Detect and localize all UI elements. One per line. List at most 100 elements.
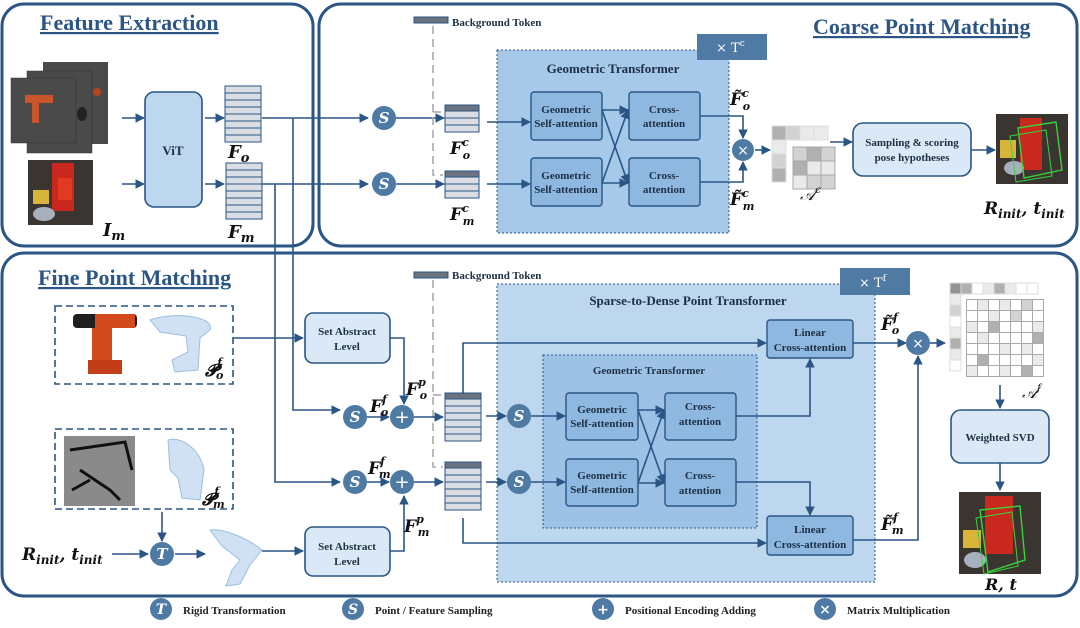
box-label: Self-attention [570,418,634,430]
im-label: Im [102,220,125,244]
matrix-cell [785,125,801,141]
svg-text:S: S [379,175,390,193]
pose-hypotheses-box [852,122,972,177]
coarse-assignment-matrix [771,125,836,190]
fine-transformer-title: Sparse-to-Dense Point Transformer [589,293,787,308]
fpm-label: Fp m [403,513,429,539]
matrix-cell [1032,343,1044,355]
fm-label: Fm [227,222,255,246]
svg-text:×: × [912,336,924,352]
matrix-cell [977,321,989,333]
background-token-label: Background Token [452,17,541,29]
box-label: Cross- [649,170,680,182]
box-label: Level [334,341,360,353]
matrix-cell [771,153,787,169]
matrix-cell [1010,332,1022,344]
matrix-cell [949,282,962,295]
matrix-cell [977,332,989,344]
matrix-cell [966,299,978,311]
box-label: Cross- [685,470,716,482]
matrix-cell [960,282,973,295]
token-row [224,120,262,129]
box-label: attention [679,416,721,428]
token-row [444,419,482,428]
fine-cross-attention-2 [664,458,737,507]
matrix-cell [1010,365,1022,377]
scene-point-cloud [167,438,205,501]
fco-token-stack [444,104,480,133]
pm-label: 𝓟f m [202,485,225,511]
matrix-cell [988,343,1000,355]
box-label: Geometric [541,104,591,116]
matrix-cell [988,299,1000,311]
matrix-multiplication-node: × [732,139,754,161]
token-row [224,106,262,115]
object-drill-image [73,314,137,374]
fcm-tilde-label: F̃c m [729,187,754,213]
matrix-cell [999,321,1011,333]
box-label: Self-attention [534,184,598,196]
matrix-cell [949,326,962,339]
matrix-cell [1026,282,1039,295]
matrix-cell [966,343,978,355]
svg-text:S: S [379,109,390,127]
init-pose-input-label: Rinit, tinit [21,545,103,567]
coarse-self-attention-1 [530,91,603,141]
fo-token-stack [224,85,262,143]
matrix-cell [806,146,822,162]
pipeline-diagram: Feature Extraction Coarse Point Matching… [0,2,1079,620]
depth-image [64,436,135,506]
box-label: Cross- [649,104,680,116]
sampling-node: S [372,106,396,130]
svg-text:S: S [350,473,361,491]
matrix-cell [993,282,1006,295]
box-label: Self-attention [570,484,634,496]
coarse-cross-attention-1 [628,91,701,141]
legend-label: Matrix Multiplication [847,605,950,617]
matrix-cell [813,125,829,141]
box-label: Cross- [685,401,716,413]
scene-image [28,160,93,225]
box-label: Geometric [577,404,627,416]
matrix-cell [1010,354,1022,366]
legend-label: Positional Encoding Adding [625,605,756,617]
matrix-cell [977,310,989,322]
matrix-cell [949,348,962,361]
matrix-cell [999,299,1011,311]
background-token-icon [413,271,449,279]
fco-tilde-label: F̃c o [729,87,750,113]
legend-item: T Rigid Transformation [150,598,286,620]
token-row [225,169,263,178]
matrix-cell [1021,365,1033,377]
sampling-node: S [372,172,396,196]
token-row [444,495,482,504]
matrix-cell [977,354,989,366]
fine-matching-title: Fine Point Matching [38,265,231,290]
positional-encoding-node: + [390,405,414,429]
feature-extraction-title: Feature Extraction [40,10,219,35]
matrix-cell [982,282,995,295]
fm-token-stack [225,162,263,220]
sampling-node: S [343,470,367,494]
matrix-cell [1010,299,1022,311]
matrix-cell [1032,332,1044,344]
fine-self-attention-1 [565,392,639,441]
matrix-cell [1032,321,1044,333]
coarse-self-attention-2 [530,157,603,207]
matrix-cell [988,354,1000,366]
legend-label: Point / Feature Sampling [375,605,493,617]
coarse-transformer-title: Geometric Transformer [547,61,680,76]
sampling-node: S [507,470,531,494]
matrix-cell [988,321,1000,333]
fine-assignment-matrix [949,282,1044,377]
svg-text:S: S [350,408,361,426]
fine-scene-token-stack [444,461,482,511]
token-row [225,197,263,206]
token-row [444,481,482,490]
fcm-token-stack [444,170,480,199]
matrix-cell [806,160,822,176]
matrix-cell [792,160,808,176]
token-row [444,467,482,476]
token-row [224,134,262,143]
background-token-icon [413,16,449,24]
